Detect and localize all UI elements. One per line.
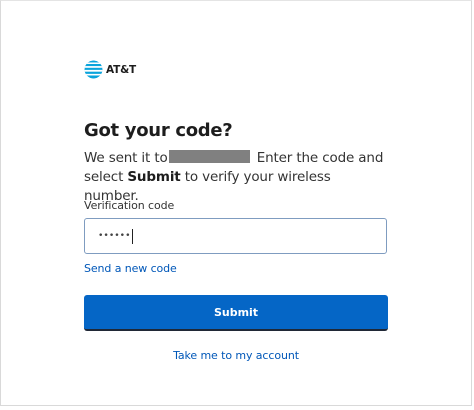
- page-description: We sent it to Enter the code and select …: [84, 149, 384, 206]
- att-globe-icon: [84, 60, 103, 79]
- text-caret: [131, 228, 133, 244]
- description-text-start: We sent it to: [84, 150, 168, 166]
- verification-code-value: ••••••: [98, 231, 131, 241]
- description-submit-emphasis: Submit: [127, 169, 181, 185]
- send-new-code-link[interactable]: Send a new code: [84, 262, 177, 275]
- submit-button[interactable]: Submit: [84, 295, 388, 331]
- brand-header: AT&T: [84, 60, 136, 79]
- take-me-to-account-link[interactable]: Take me to my account: [1, 349, 471, 362]
- brand-name: AT&T: [106, 63, 136, 76]
- login-card: AT&T Got your code? We sent it to Enter …: [0, 0, 472, 406]
- verification-code-input[interactable]: ••••••: [84, 218, 387, 254]
- page-title: Got your code?: [84, 120, 233, 141]
- redacted-phone-number: [168, 150, 250, 163]
- verification-code-label: Verification code: [84, 199, 175, 212]
